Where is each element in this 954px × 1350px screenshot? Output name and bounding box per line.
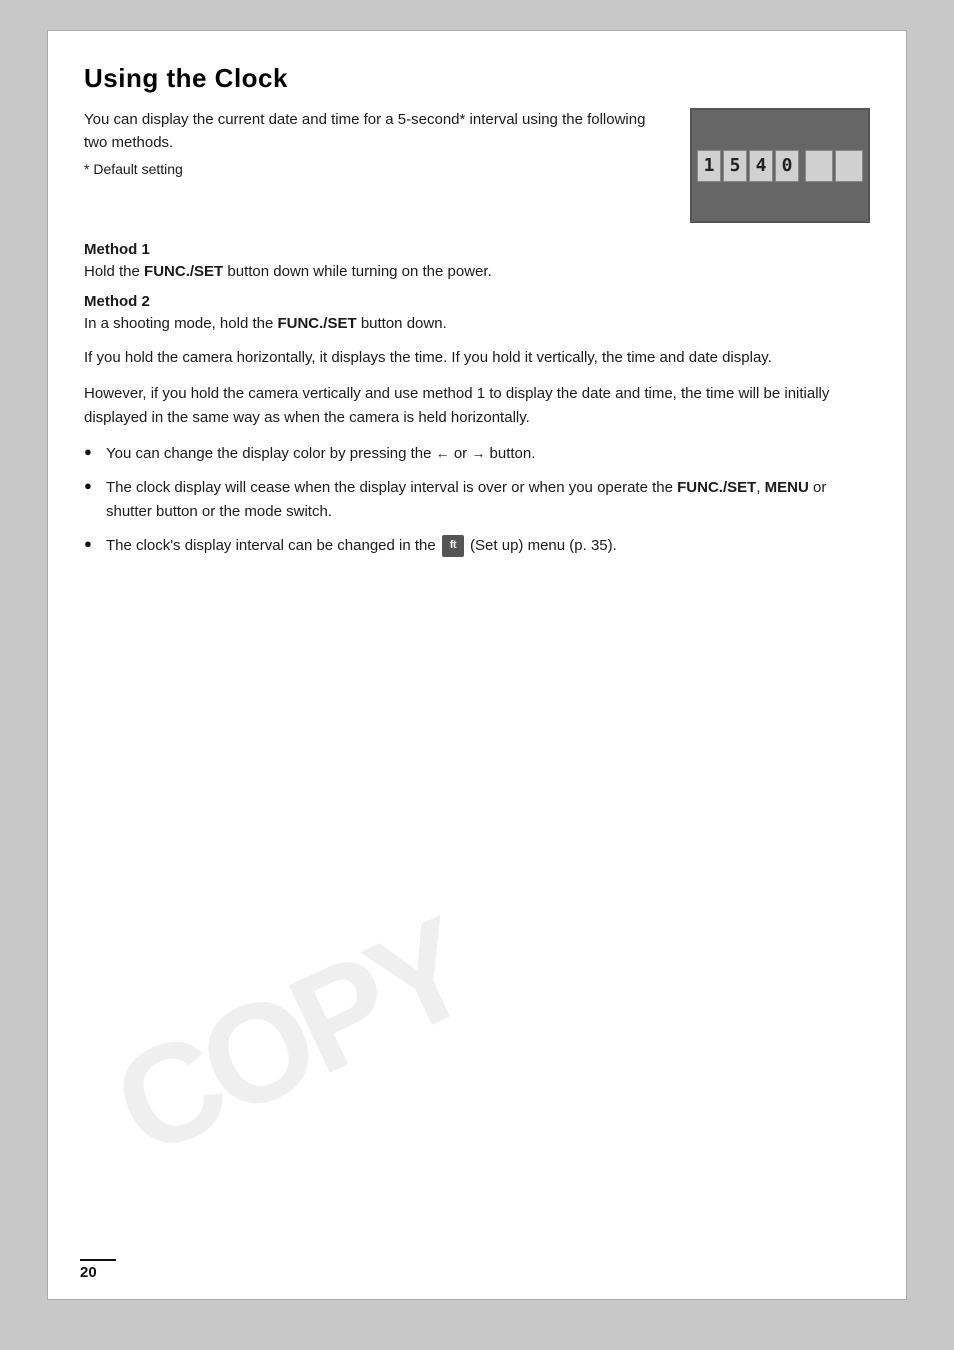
digit-blank-2 bbox=[835, 150, 863, 182]
digit-4: 0 bbox=[775, 150, 799, 182]
intro-paragraph: You can display the current date and tim… bbox=[84, 108, 666, 155]
digit-blank-1 bbox=[805, 150, 833, 182]
bullet-1-text-after: button. bbox=[485, 445, 535, 462]
asterisk-note: * Default setting bbox=[84, 159, 666, 181]
page-number-line bbox=[80, 1259, 116, 1261]
bullet-3-text-before: The clock's display interval can be chan… bbox=[106, 537, 440, 554]
method-1-funcset: FUNC./SET bbox=[144, 263, 223, 280]
bullet-item-1: You can change the display color by pres… bbox=[84, 442, 870, 466]
digit-1: 1 bbox=[697, 150, 721, 182]
method-1-section: Method 1 Hold the FUNC./SET button down … bbox=[84, 241, 870, 283]
method-2-text-before: In a shooting mode, hold the bbox=[84, 315, 277, 332]
bullet-1-or: or bbox=[450, 445, 472, 462]
page-number: 20 bbox=[80, 1264, 97, 1281]
method-2-text-after: button down. bbox=[357, 315, 447, 332]
method-2-section: Method 2 In a shooting mode, hold the FU… bbox=[84, 293, 870, 335]
body-paragraph-2: However, if you hold the camera vertical… bbox=[84, 382, 870, 430]
setup-icon: ft bbox=[442, 535, 464, 557]
bullet-1-arrow-right: → bbox=[471, 445, 485, 461]
digit-3: 4 bbox=[749, 150, 773, 182]
intro-text: You can display the current date and tim… bbox=[84, 108, 666, 180]
method-1-text-before: Hold the bbox=[84, 263, 144, 280]
method-1-text-after: button down while turning on the power. bbox=[223, 263, 492, 280]
bullet-2-text-before: The clock display will cease when the di… bbox=[106, 479, 677, 496]
bullet-2-comma: , bbox=[756, 479, 764, 496]
intro-section: You can display the current date and tim… bbox=[84, 108, 870, 223]
bullet-item-3: The clock's display interval can be chan… bbox=[84, 534, 870, 558]
bullet-1-text-before: You can change the display color by pres… bbox=[106, 445, 436, 462]
page-title: Using the Clock bbox=[84, 63, 870, 94]
method-1-label: Method 1 bbox=[84, 241, 870, 258]
clock-digits: 1 5 4 0 bbox=[697, 150, 863, 182]
bullet-2-menu: MENU bbox=[765, 479, 809, 496]
method-2-text: In a shooting mode, hold the FUNC./SET b… bbox=[84, 312, 870, 335]
method-1-text: Hold the FUNC./SET button down while tur… bbox=[84, 260, 870, 283]
bullet-list: You can change the display color by pres… bbox=[84, 442, 870, 558]
copy-watermark: COPY bbox=[91, 888, 490, 1189]
digit-2: 5 bbox=[723, 150, 747, 182]
bullet-2-funcset: FUNC./SET bbox=[677, 479, 756, 496]
bullet-item-2: The clock display will cease when the di… bbox=[84, 476, 870, 524]
bullet-3-text-after: (Set up) menu (p. 35). bbox=[466, 537, 617, 554]
clock-display: 1 5 4 0 bbox=[690, 108, 870, 223]
page-container: COPY Using the Clock You can display the… bbox=[47, 30, 907, 1300]
bullet-1-arrow-left: ← bbox=[436, 445, 450, 461]
method-2-funcset: FUNC./SET bbox=[277, 315, 356, 332]
method-2-label: Method 2 bbox=[84, 293, 870, 310]
body-paragraph-1: If you hold the camera horizontally, it … bbox=[84, 346, 870, 370]
